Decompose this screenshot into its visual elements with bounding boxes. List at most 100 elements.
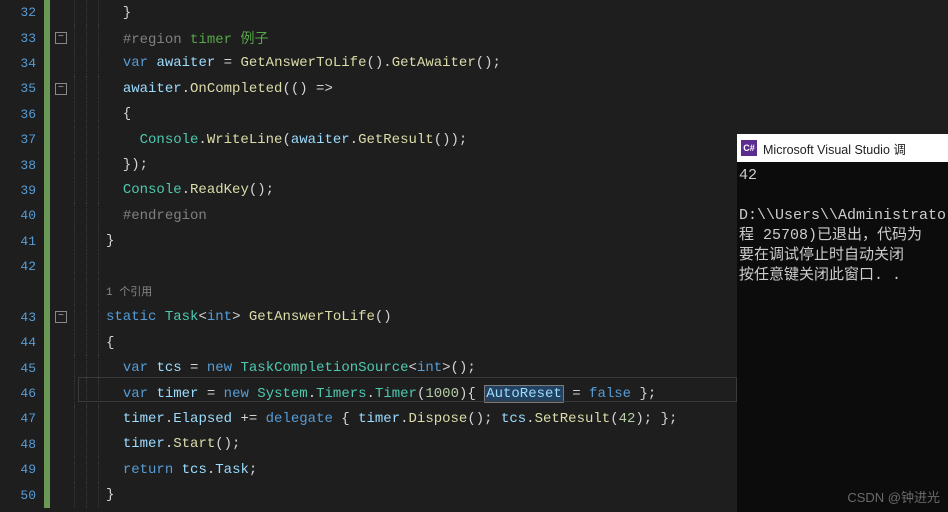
line-number: 40 (0, 208, 44, 223)
code-line[interactable]: 48 timer.Start(); (0, 432, 737, 457)
code-line[interactable]: 47 timer.Elapsed += delegate { timer.Dis… (0, 406, 737, 431)
code-content[interactable]: var awaiter = GetAnswerToLife().GetAwait… (106, 55, 737, 71)
indent-guides (70, 406, 106, 431)
code-content[interactable]: { (106, 106, 737, 122)
console-title-bar[interactable]: C# Microsoft Visual Studio 调 (737, 134, 948, 162)
code-line[interactable]: 37 Console.WriteLine(awaiter.GetResult()… (0, 127, 737, 152)
line-number: 43 (0, 310, 44, 325)
indent-guides (70, 102, 106, 127)
code-line[interactable]: 49 return tcs.Task; (0, 457, 737, 482)
code-content[interactable]: } (106, 233, 737, 249)
code-content[interactable]: 1 个引用 (106, 283, 737, 300)
code-line[interactable]: 43− static Task<int> GetAnswerToLife() (0, 305, 737, 330)
line-number: 36 (0, 107, 44, 122)
code-content[interactable]: awaiter.OnCompleted(() => (106, 81, 737, 97)
line-number: 41 (0, 234, 44, 249)
modification-indicator (44, 254, 50, 279)
modification-indicator (44, 127, 50, 152)
modification-indicator (44, 102, 50, 127)
code-line[interactable]: 42 (0, 254, 737, 279)
code-content[interactable]: } (106, 5, 737, 21)
line-number: 35 (0, 81, 44, 96)
code-content[interactable]: #endregion (106, 208, 737, 224)
indent-guides (70, 0, 106, 25)
indent-guides (70, 203, 106, 228)
line-number: 33 (0, 31, 44, 46)
line-number: 37 (0, 132, 44, 147)
indent-guides (70, 25, 106, 50)
modification-indicator (44, 305, 50, 330)
code-content[interactable]: } (106, 487, 737, 503)
modification-indicator (44, 279, 50, 304)
line-number: 32 (0, 5, 44, 20)
indent-guides (70, 279, 106, 304)
code-line[interactable]: 41} (0, 229, 737, 254)
code-content[interactable]: { (106, 335, 737, 351)
modification-indicator (44, 482, 50, 507)
code-editor[interactable]: 32 }33− #region timer 例子34 var awaiter =… (0, 0, 737, 512)
indent-guides (70, 51, 106, 76)
line-number: 42 (0, 259, 44, 274)
line-number: 34 (0, 56, 44, 71)
line-number: 48 (0, 437, 44, 452)
fold-gutter[interactable]: − (52, 311, 70, 323)
fold-gutter[interactable]: − (52, 32, 70, 44)
codelens-references[interactable]: 1 个引用 (106, 287, 152, 299)
indent-guides (70, 482, 106, 507)
line-number: 39 (0, 183, 44, 198)
code-line[interactable]: 38 }); (0, 152, 737, 177)
code-line[interactable]: 50} (0, 482, 737, 507)
indent-guides (70, 381, 106, 406)
code-content[interactable]: var tcs = new TaskCompletionSource<int>(… (106, 360, 737, 376)
code-line[interactable]: 1 个引用 (0, 279, 737, 304)
modification-indicator (44, 51, 50, 76)
fold-toggle-icon[interactable]: − (55, 311, 67, 323)
fold-gutter[interactable]: − (52, 83, 70, 95)
indent-guides (70, 254, 106, 279)
code-line[interactable]: 35− awaiter.OnCompleted(() => (0, 76, 737, 101)
indent-guides (70, 152, 106, 177)
indent-guides (70, 432, 106, 457)
code-content[interactable]: Console.WriteLine(awaiter.GetResult()); (106, 132, 737, 148)
modification-indicator (44, 178, 50, 203)
code-line[interactable]: 33− #region timer 例子 (0, 25, 737, 50)
line-number: 47 (0, 411, 44, 426)
code-content[interactable]: var timer = new System.Timers.Timer(1000… (106, 386, 737, 402)
code-line[interactable]: 44{ (0, 330, 737, 355)
console-title-text: Microsoft Visual Studio 调 (763, 139, 906, 158)
console-output: 42 D:\\Users\\Administrator 程 25708)已退出，… (737, 162, 948, 290)
code-content[interactable]: return tcs.Task; (106, 462, 737, 478)
indent-guides (70, 305, 106, 330)
indent-guides (70, 178, 106, 203)
code-line[interactable]: 32 } (0, 0, 737, 25)
modification-indicator (44, 76, 50, 101)
code-content[interactable]: timer.Elapsed += delegate { timer.Dispos… (106, 411, 737, 427)
code-content[interactable]: static Task<int> GetAnswerToLife() (106, 309, 737, 325)
modification-indicator (44, 432, 50, 457)
code-line[interactable]: 46 var timer = new System.Timers.Timer(1… (0, 381, 737, 406)
debug-console-window[interactable]: 42 D:\\Users\\Administrator 程 25708)已退出，… (737, 134, 948, 512)
code-content[interactable]: }); (106, 157, 737, 173)
fold-toggle-icon[interactable]: − (55, 32, 67, 44)
modification-indicator (44, 229, 50, 254)
vs-icon: C# (741, 140, 757, 156)
line-number: 46 (0, 386, 44, 401)
code-line[interactable]: 39 Console.ReadKey(); (0, 178, 737, 203)
line-number: 38 (0, 158, 44, 173)
code-content[interactable]: timer.Start(); (106, 436, 737, 452)
modification-indicator (44, 457, 50, 482)
code-line[interactable]: 36 { (0, 102, 737, 127)
code-content[interactable]: Console.ReadKey(); (106, 182, 737, 198)
code-line[interactable]: 34 var awaiter = GetAnswerToLife().GetAw… (0, 51, 737, 76)
line-number: 50 (0, 488, 44, 503)
modification-indicator (44, 406, 50, 431)
code-line[interactable]: 40 #endregion (0, 203, 737, 228)
line-number: 45 (0, 361, 44, 376)
indent-guides (70, 229, 106, 254)
code-content[interactable]: #region timer 例子 (106, 28, 737, 48)
modification-indicator (44, 25, 50, 50)
code-line[interactable]: 45 var tcs = new TaskCompletionSource<in… (0, 355, 737, 380)
fold-toggle-icon[interactable]: − (55, 83, 67, 95)
indent-guides (70, 127, 106, 152)
modification-indicator (44, 330, 50, 355)
